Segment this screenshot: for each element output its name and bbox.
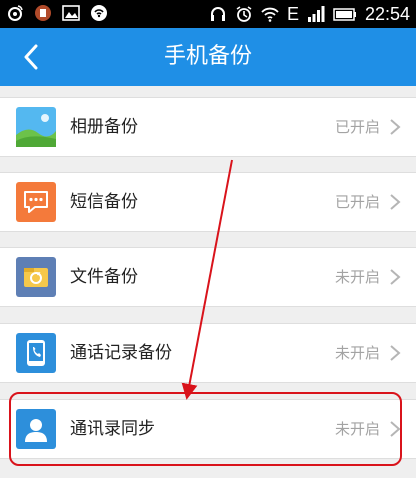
chevron-right-icon — [390, 269, 401, 285]
highlight-box — [9, 392, 402, 466]
status-text: 已开启 — [334, 193, 380, 211]
battery-icon — [333, 8, 356, 21]
status-text: 已开启 — [334, 118, 380, 136]
signal-icon — [307, 6, 325, 22]
status-time: 22:54 — [364, 4, 410, 24]
chevron-right-icon — [390, 119, 401, 135]
network-type-label: E — [286, 4, 299, 24]
status-bar: E 22:54 — [0, 0, 416, 28]
list-item-album-backup[interactable]: 相册备份 已开启 — [0, 97, 416, 157]
list-item-label: 文件备份 — [70, 267, 138, 287]
list-item-label: 相册备份 — [70, 117, 138, 137]
photo-icon — [16, 107, 56, 147]
sms-icon — [16, 182, 56, 222]
alarm-icon — [236, 6, 252, 22]
headset-icon — [210, 7, 225, 21]
list-item-sms-backup[interactable]: 短信备份 已开启 — [0, 172, 416, 232]
call-log-icon — [16, 333, 56, 373]
list-item-call-log-backup[interactable]: 通话记录备份 未开启 — [0, 323, 416, 383]
app-icon — [35, 5, 51, 21]
chevron-right-icon — [390, 194, 401, 210]
page-title: 手机备份 — [163, 44, 252, 69]
list-item-label: 短信备份 — [70, 192, 138, 212]
wifi-icon — [261, 7, 279, 22]
image-icon — [62, 5, 80, 21]
chevron-right-icon — [390, 345, 401, 361]
list-item-label: 通话记录备份 — [70, 343, 172, 363]
list-item-file-backup[interactable]: 文件备份 未开启 — [0, 247, 416, 307]
status-text: 未开启 — [334, 344, 380, 362]
status-text: 未开启 — [334, 268, 380, 286]
wifi-app-icon — [91, 5, 107, 21]
folder-icon — [16, 257, 56, 297]
title-bar: 手机备份 — [0, 28, 416, 86]
weibo-icon — [8, 5, 23, 21]
